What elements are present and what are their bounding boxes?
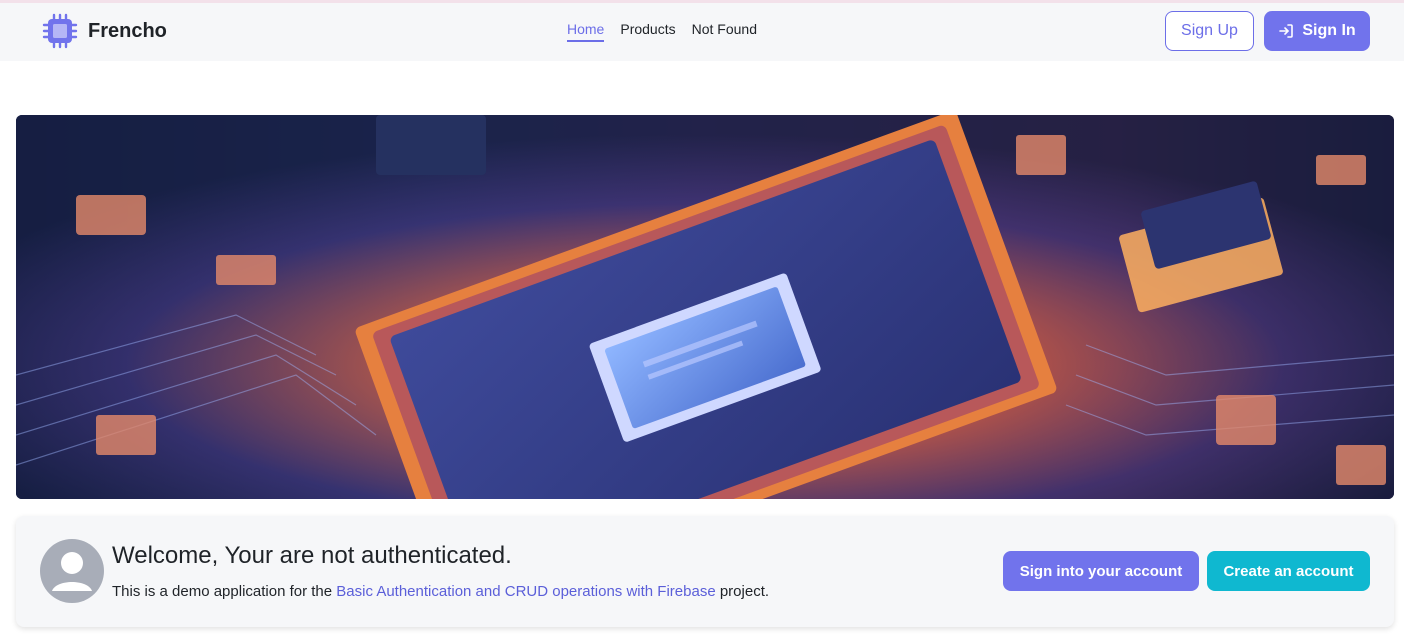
sign-into-account-button[interactable]: Sign into your account: [1003, 551, 1199, 591]
description-text-before: This is a demo application for the: [112, 583, 337, 600]
hero-image: [16, 115, 1394, 499]
navbar: Frencho Home Products Not Found Sign Up …: [0, 3, 1404, 61]
login-icon: [1279, 24, 1294, 38]
nav-link-home[interactable]: Home: [567, 21, 605, 42]
welcome-description: This is a demo application for the Basic…: [112, 583, 769, 600]
brand[interactable]: Frencho: [42, 13, 167, 49]
nav-link-products[interactable]: Products: [620, 21, 675, 42]
main-nav: Home Products Not Found: [567, 21, 757, 42]
circuit-board-processor-image: [16, 115, 1394, 499]
project-link[interactable]: Basic Authentication and CRUD operations…: [336, 583, 715, 600]
welcome-title: Welcome, Your are not authenticated.: [112, 542, 512, 569]
sign-into-account-label: Sign into your account: [1019, 562, 1183, 580]
create-account-button[interactable]: Create an account: [1207, 551, 1370, 591]
sign-up-label: Sign Up: [1181, 22, 1238, 39]
user-avatar-icon: [40, 539, 104, 603]
sign-up-button[interactable]: Sign Up: [1165, 11, 1254, 51]
create-account-label: Create an account: [1223, 562, 1354, 580]
description-text-after: project.: [715, 583, 770, 600]
sign-in-label: Sign In: [1302, 22, 1356, 39]
brand-name: Frencho: [88, 19, 167, 42]
welcome-card: Welcome, Your are not authenticated. Thi…: [16, 516, 1394, 627]
sign-in-button[interactable]: Sign In: [1264, 11, 1370, 51]
nav-link-not-found[interactable]: Not Found: [692, 21, 757, 42]
cpu-chip-icon: [42, 13, 78, 49]
